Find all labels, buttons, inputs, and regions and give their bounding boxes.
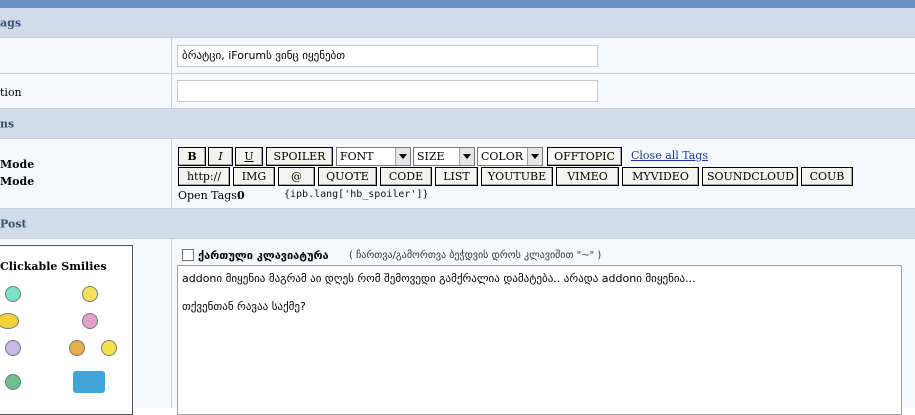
section-header-post: Post [0,209,915,239]
tags-input[interactable]: ბრატცი, iForumს ვინც იყენებთ [177,45,598,67]
open-tags-count: 0 [237,189,245,202]
smiley-icon[interactable] [73,371,105,393]
tags-label-cell [0,38,172,73]
keyboard-checkbox[interactable] [182,249,194,261]
open-tags-label: Open Tags: [178,189,241,202]
offtopic-button[interactable]: OFFTOPIC [547,147,622,166]
soundcloud-button[interactable]: SOUNDCLOUD [702,167,798,186]
smiley-icon[interactable] [69,340,85,356]
tags-row: ბრატცი, iForumს ვინც იყენებთ [0,38,915,74]
top-bar [0,0,915,8]
myvideo-button[interactable]: MYVIDEO [622,167,699,186]
keyboard-label: ქართული კლავიატურა [198,249,329,262]
smiley-icon[interactable] [82,313,98,329]
keyboard-hint: ( ჩართვა/გამორთვა ბეჭდვის დროს კლავიშით … [349,250,602,261]
section-header-tags: ags [0,8,915,38]
color-select[interactable]: COLOR [477,147,543,166]
post-editor[interactable]: addonი მიყენია მაგრამ აი დღეს რომ შემოვე… [177,265,902,415]
quote-button[interactable]: QUOTE [318,167,377,186]
description-row: tion [0,74,915,109]
img-button[interactable]: IMG [233,167,275,186]
description-input[interactable] [177,80,598,102]
section-title: Post [0,217,27,230]
section-title: ns [0,117,15,130]
font-select-value: FONT [340,150,374,163]
smiley-icon[interactable] [82,286,98,302]
close-all-tags-link[interactable]: Close all Tags [631,149,708,162]
coub-button[interactable]: COUB [801,167,853,186]
chevron-down-icon [527,148,542,165]
smiley-icon[interactable] [0,313,19,329]
underline-button[interactable]: U [235,147,263,166]
smiley-icon[interactable] [5,374,21,390]
chevron-down-icon [395,148,410,165]
smiley-icon[interactable] [101,340,117,356]
smiley-icon[interactable] [5,286,21,302]
email-button[interactable]: @ [278,167,315,186]
editor-line-1: addonი მიყენია მაგრამ აი დღეს რომ შემოვე… [182,272,696,285]
smilies-panel: Clickable Smilies [0,245,133,415]
list-button[interactable]: LIST [435,167,478,186]
chevron-down-icon [459,148,474,165]
size-select[interactable]: SIZE [413,147,475,166]
description-label-cell: tion [0,74,172,108]
mode-label-1: Mode [0,158,35,171]
mode-label-2: Mode [0,175,35,188]
size-select-value: SIZE [417,150,445,163]
code-button[interactable]: CODE [380,167,432,186]
section-header-options: ns [0,109,915,139]
smilies-title: Clickable Smilies [0,260,107,273]
smiley-icon[interactable] [5,340,21,356]
spoiler-lang-placeholder: {ipb.lang['hb_spoiler']} [284,189,429,200]
section-title: ags [0,16,22,29]
vimeo-button[interactable]: VIMEO [556,167,619,186]
youtube-button[interactable]: YOUTUBE [481,167,553,186]
font-select[interactable]: FONT [336,147,411,166]
toolbar-row: Mode Mode B I U SPOILER FONT SIZE COLOR … [0,139,915,209]
http-button[interactable]: http:// [178,167,230,186]
bold-button[interactable]: B [178,147,206,166]
color-select-value: COLOR [481,150,524,163]
spoiler-button[interactable]: SPOILER [266,147,333,166]
mode-label-cell: Mode Mode [0,139,172,208]
italic-button[interactable]: I [208,147,233,166]
description-label: tion [0,86,22,99]
editor-line-2: თქვენთან რავაა საქმე? [182,300,306,313]
